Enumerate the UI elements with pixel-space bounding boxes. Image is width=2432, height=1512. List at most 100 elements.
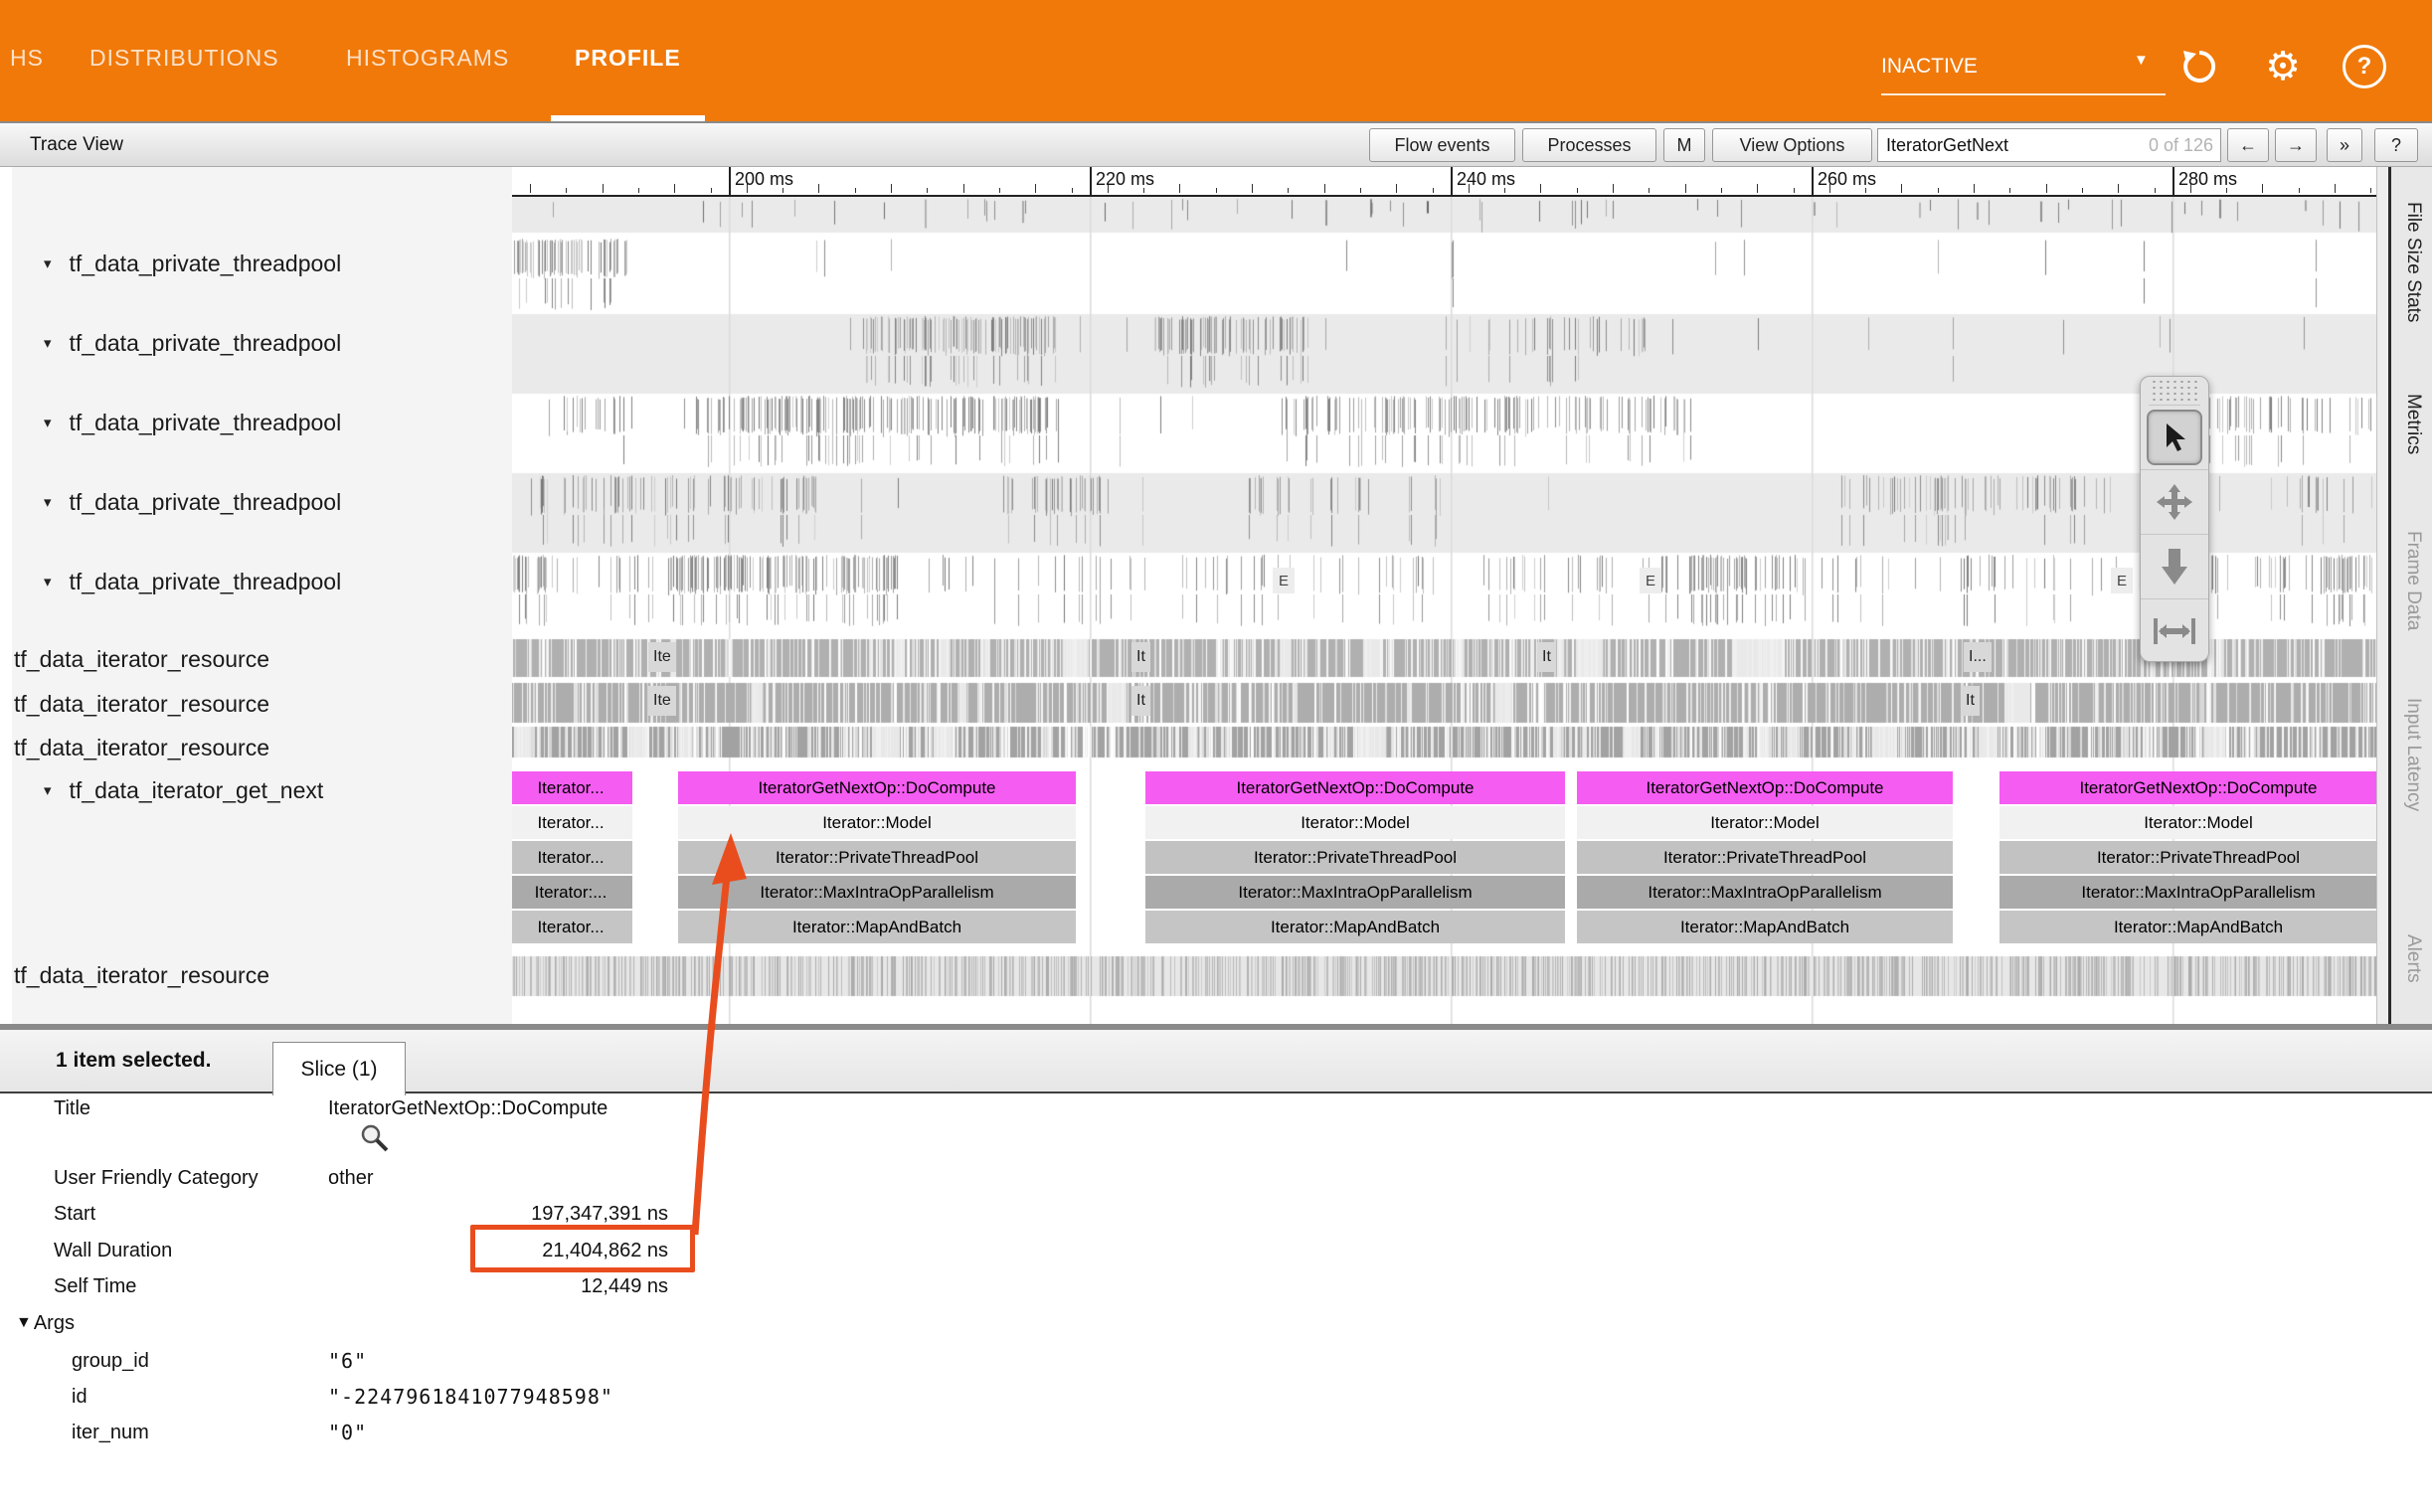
slice-iterator-[interactable]: Iterator... <box>512 911 632 943</box>
next-result-button[interactable]: → <box>2275 128 2317 162</box>
magnifier-icon[interactable] <box>358 1121 392 1160</box>
chevron-down-icon[interactable]: ▼ <box>2134 52 2149 69</box>
detail-panel-header: 1 item selected. Slice (1) <box>0 1030 2432 1093</box>
ruler-minor-tick <box>674 184 675 193</box>
toolbar-button-view-options[interactable]: View Options <box>1712 128 1872 162</box>
top-tab-distributions[interactable]: DISTRIBUTIONS <box>66 0 303 121</box>
run-selector[interactable]: INACTIVE <box>1881 40 2166 95</box>
top-tab-profile[interactable]: PROFILE <box>551 0 705 121</box>
gear-icon[interactable]: ⚙ <box>2260 44 2306 89</box>
top-tab-hs[interactable]: HS <box>0 0 68 121</box>
ruler-minor-tick <box>530 184 531 193</box>
resource-slice-label[interactable]: Ite <box>648 642 676 672</box>
help-icon[interactable]: ? <box>2342 44 2387 89</box>
slice-docompute[interactable]: IteratorGetNextOp::DoCompute <box>1145 771 1565 804</box>
slice-iterator-model[interactable]: Iterator::Model <box>1145 806 1565 839</box>
prev-result-button[interactable]: ← <box>2227 128 2269 162</box>
timeline-canvas-area[interactable]: Iterator...Iterator...Iterator...Iterato… <box>512 197 2376 1024</box>
track-label-tf_data_private_threadpool[interactable]: ▾tf_data_private_threadpool <box>44 486 341 518</box>
slice-iterator-maxintraopparallelism[interactable]: Iterator::MaxIntraOpParallelism <box>1577 876 1953 909</box>
track-name: tf_data_private_threadpool <box>70 489 342 516</box>
slice-group: IteratorGetNextOp::DoComputeIterator::Mo… <box>1577 771 1953 945</box>
refresh-icon[interactable] <box>2176 44 2222 89</box>
timeline-ruler[interactable]: 200 ms220 ms240 ms260 ms280 ms <box>512 167 2376 197</box>
timing-tool-icon[interactable] <box>2141 599 2208 662</box>
resource-slice-label[interactable]: It <box>1537 642 1556 672</box>
slice-docompute[interactable]: IteratorGetNextOp::DoCompute <box>1999 771 2376 804</box>
more-button[interactable]: » <box>2327 128 2362 162</box>
side-tab-file-size-stats[interactable]: File Size Stats <box>2394 167 2432 358</box>
ruler-minor-tick <box>1613 184 1614 193</box>
resource-slice-label[interactable]: It <box>1131 642 1150 672</box>
ruler-minor-tick <box>1288 188 1289 193</box>
slice-iterator-mapandbatch[interactable]: Iterator::MapAndBatch <box>1577 911 1953 943</box>
track-label-tf_data_private_threadpool[interactable]: ▾tf_data_private_threadpool <box>44 407 341 438</box>
slice-iterator-[interactable]: Iterator... <box>512 841 632 874</box>
track-label-tf_data_private_threadpool[interactable]: ▾tf_data_private_threadpool <box>44 566 341 597</box>
track-label-tf_data_iterator_get_next[interactable]: ▾tf_data_iterator_get_next <box>44 774 323 806</box>
slice-iterator-privatethreadpool[interactable]: Iterator::PrivateThreadPool <box>1577 841 1953 874</box>
ruler-minor-tick <box>1577 188 1578 193</box>
trace-view-area: ▾tf_data_private_threadpool ▾tf_data_priv… <box>0 167 2432 1024</box>
side-tab-metrics[interactable]: Metrics <box>2394 370 2432 479</box>
ruler-minor-tick <box>2299 188 2300 193</box>
ruler-minor-tick <box>1901 184 1902 193</box>
field-label-title: Title <box>54 1093 90 1123</box>
search-box: 0 of 126 <box>1877 128 2221 162</box>
slice-iterator-[interactable]: Iterator:... <box>512 876 632 909</box>
selection-tool-icon[interactable] <box>2141 406 2208 470</box>
event-marker-e[interactable]: E <box>1640 568 1661 593</box>
ruler-tick-label: 240 ms <box>1457 169 1515 190</box>
args-expander-row[interactable]: ▼ Args <box>16 1308 75 1338</box>
ruler-minor-tick <box>2118 184 2119 193</box>
slice-docompute[interactable]: IteratorGetNextOp::DoCompute <box>1577 771 1953 804</box>
track-label-tf_data_private_threadpool[interactable]: ▾tf_data_private_threadpool <box>44 327 341 359</box>
ruler-minor-tick <box>566 188 567 193</box>
slice-iterator-model[interactable]: Iterator::Model <box>1577 806 1953 839</box>
track-label-tf_data_private_threadpool[interactable]: ▾tf_data_private_threadpool <box>44 248 341 279</box>
toolbar-button-flow-events[interactable]: Flow events <box>1369 128 1515 162</box>
slice-iterator-[interactable]: Iterator... <box>512 806 632 839</box>
resource-slice-label[interactable]: Ite <box>648 686 676 716</box>
track-name: tf_data_iterator_resource <box>14 735 269 761</box>
slice-iterator-privatethreadpool[interactable]: Iterator::PrivateThreadPool <box>1999 841 2376 874</box>
zoom-tool-icon[interactable] <box>2141 535 2208 599</box>
resource-slice-label[interactable]: It <box>1131 686 1150 716</box>
toolbar-button-processes[interactable]: Processes <box>1522 128 1656 162</box>
slice-iterator-model[interactable]: Iterator::Model <box>678 806 1076 839</box>
track-name: tf_data_private_threadpool <box>70 251 342 277</box>
ruler-minor-tick <box>1721 188 1722 193</box>
slice-docompute[interactable]: Iterator... <box>512 771 632 804</box>
vertical-scrollbar[interactable] <box>2376 167 2388 1024</box>
slice-iterator-mapandbatch[interactable]: Iterator::MapAndBatch <box>1999 911 2376 943</box>
ruler-minor-tick <box>1179 184 1180 193</box>
event-marker-e[interactable]: E <box>1273 568 1295 593</box>
slice-iterator-privatethreadpool[interactable]: Iterator::PrivateThreadPool <box>1145 841 1565 874</box>
help-button[interactable]: ? <box>2374 128 2418 162</box>
field-value-self-time: 12,449 ns <box>328 1271 668 1301</box>
slice-iterator-privatethreadpool[interactable]: Iterator::PrivateThreadPool <box>678 841 1076 874</box>
tab-slice[interactable]: Slice (1) <box>272 1042 406 1095</box>
track-name: tf_data_private_threadpool <box>70 410 342 436</box>
slice-docompute[interactable]: IteratorGetNextOp::DoCompute <box>678 771 1076 804</box>
slice-iterator-maxintraopparallelism[interactable]: Iterator::MaxIntraOpParallelism <box>1145 876 1565 909</box>
slice-iterator-mapandbatch[interactable]: Iterator::MapAndBatch <box>678 911 1076 943</box>
ruler-minor-tick <box>963 184 964 193</box>
resource-slice-label[interactable]: I... <box>1964 642 1992 672</box>
event-marker-e[interactable]: E <box>2111 568 2133 593</box>
slice-iterator-maxintraopparallelism[interactable]: Iterator::MaxIntraOpParallelism <box>1999 876 2376 909</box>
slice-iterator-maxintraopparallelism[interactable]: Iterator::MaxIntraOpParallelism <box>678 876 1076 909</box>
palette-grip-handle[interactable] <box>2149 381 2200 406</box>
slice-iterator-mapandbatch[interactable]: Iterator::MapAndBatch <box>1145 911 1565 943</box>
ruler-minor-tick <box>2370 188 2371 193</box>
field-label-user-friendly-category: User Friendly Category <box>54 1163 259 1193</box>
ruler-minor-tick <box>1974 184 1975 193</box>
resource-slice-label[interactable]: It <box>1961 686 1980 716</box>
ruler-major-tick <box>1451 167 1453 195</box>
pan-tool-icon[interactable] <box>2141 470 2208 535</box>
top-tab-histograms[interactable]: HISTOGRAMS <box>322 0 533 121</box>
ruler-minor-tick <box>891 184 892 193</box>
slice-iterator-model[interactable]: Iterator::Model <box>1999 806 2376 839</box>
ruler-tick-label: 260 ms <box>1818 169 1876 190</box>
toolbar-button-m[interactable]: M <box>1663 128 1705 162</box>
